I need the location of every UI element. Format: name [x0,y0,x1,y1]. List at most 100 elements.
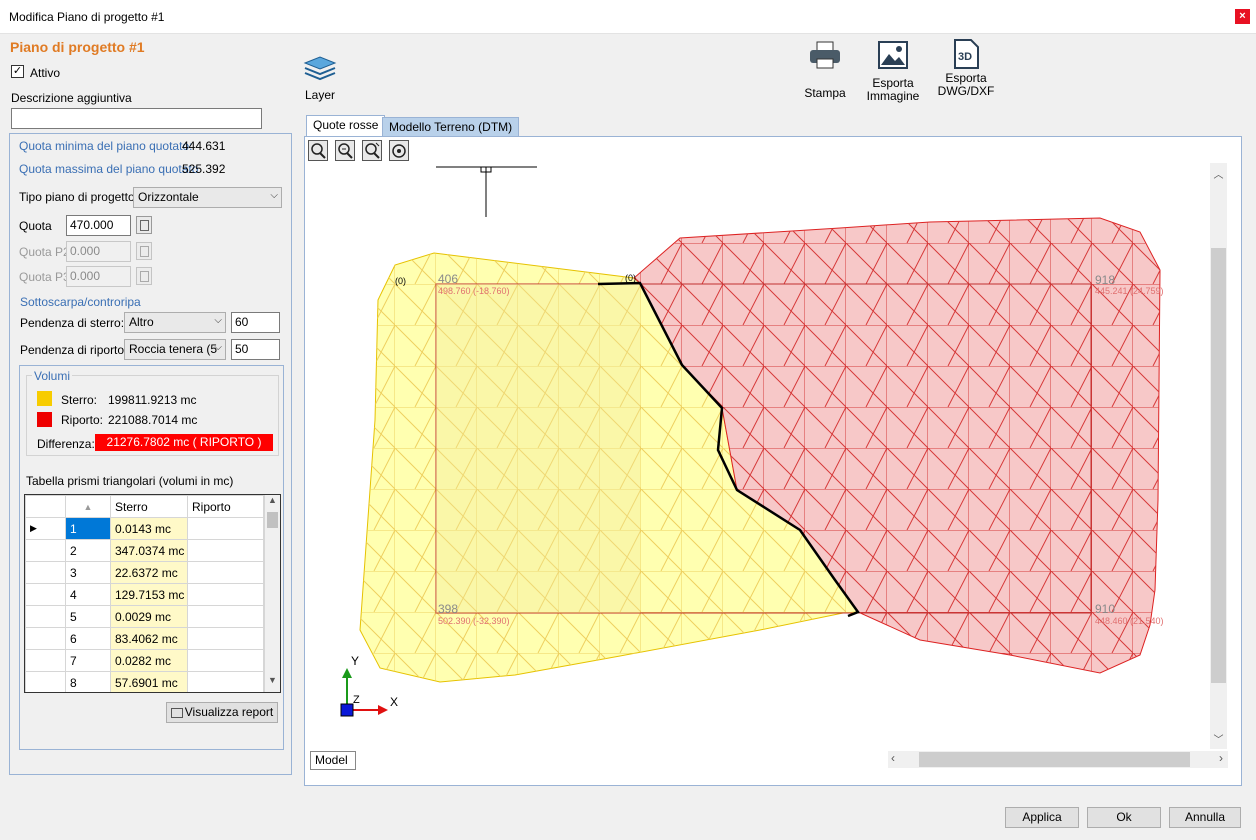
prisms-table[interactable]: ▲ Sterro Riporto ▶ 1 0.0143 mc 2 347.037… [24,494,281,693]
column-header-riporto[interactable]: Riporto [187,495,264,518]
table-row[interactable]: 4 129.7153 mc [25,583,264,606]
scroll-up-icon[interactable]: ︿ [1210,166,1227,181]
zoom-window-icon[interactable] [308,140,328,161]
print-button[interactable]: Stampa [800,40,850,100]
table-row[interactable]: ▶ 1 0.0143 mc [25,517,264,540]
scroll-down-icon[interactable]: ﹀ [1210,731,1227,746]
row-selector [25,539,66,562]
row-id: 8 [65,671,111,692]
title-bar: Modifica Piano di progetto #1 × [0,0,1256,34]
view-report-label: Visualizza report [184,705,274,719]
table-row[interactable]: 7 0.0282 mc [25,649,264,672]
sterro-slope-label: Pendenza di sterro: [20,316,125,330]
image-icon [878,41,908,69]
zoom-previous-icon[interactable] [362,140,382,161]
row-sterro: 347.0374 mc [110,539,188,562]
quota-input[interactable]: 470.000 [66,215,131,236]
quota-p2-label: Quota P2 [19,245,70,259]
pick-point-icon[interactable] [136,267,152,285]
pick-point-icon[interactable] [136,216,152,234]
scroll-left-icon[interactable]: ‹ [891,751,895,765]
tipo-select[interactable]: Orizzontale ⌵ [133,187,282,208]
plan-sterro-shade [436,284,640,613]
vscroll-thumb[interactable] [1211,248,1226,683]
ok-button[interactable]: Ok [1087,807,1161,828]
tab-dtm[interactable]: Modello Terreno (DTM) [382,117,520,137]
layer-button[interactable]: Layer [300,55,340,102]
row-header-corner [25,495,66,518]
row-selector [25,649,66,672]
active-label: Attivo [30,66,61,80]
apply-button[interactable]: Applica [1005,807,1079,828]
table-scrollbar[interactable]: ▲ ▼ [264,495,280,692]
table-row[interactable]: 3 22.6372 mc [25,561,264,584]
chevron-down-icon: ⌵ [214,342,222,353]
close-icon[interactable]: × [1235,9,1250,24]
table-row[interactable]: 8 57.6901 mc [25,671,264,692]
axis-z-label: Z [353,694,360,706]
table-row[interactable]: 6 83.4062 mc [25,627,264,650]
table-row[interactable]: 2 347.0374 mc [25,539,264,562]
zoom-extents-icon[interactable] [389,140,409,161]
corner-406-coords: 498.760 (-18.760) [438,286,510,296]
drawing-vscrollbar[interactable]: ︿ ﹀ [1210,163,1227,749]
row-sterro: 129.7153 mc [110,583,188,606]
table-row[interactable]: 5 0.0029 mc [25,605,264,628]
pick-point-icon[interactable] [136,242,152,260]
zoom-in-icon[interactable] [335,140,355,161]
hscroll-thumb[interactable] [919,752,1190,767]
min-quota-value: 444.631 [182,139,226,153]
row-selector [25,627,66,650]
layers-icon [303,56,337,81]
scroll-down-icon[interactable]: ▼ [265,675,280,690]
sterro-slope-select-value: Altro [129,315,154,329]
cancel-button[interactable]: Annulla [1169,807,1241,828]
sterro-volume-label: Sterro: [61,393,98,407]
active-checkbox[interactable]: ✓ [11,65,24,78]
row-riporto [187,539,264,562]
corner-406-id: 406 [438,272,458,286]
file-3d-icon: 3D [951,38,981,70]
volumes-title: Volumi [32,369,73,383]
row-riporto [187,649,264,672]
terrain-drawing[interactable]: (0) (0) 406 498.760 (-18.760) 918 445.24… [305,162,1210,747]
row-selector [25,671,66,692]
row-riporto [187,627,264,650]
corner-398-id: 398 [438,602,458,616]
scroll-right-icon[interactable]: › [1219,751,1223,765]
difference-value: 21276.7802 mc ( RIPORTO ) [95,434,273,451]
sort-arrow-icon[interactable]: ▲ [65,495,111,518]
view-report-button[interactable]: Visualizza report [166,702,278,723]
riporto-volume-label: Riporto: [61,413,104,427]
row-id: 5 [65,605,111,628]
description-input[interactable] [11,108,262,129]
row-sterro: 0.0282 mc [110,649,188,672]
export-image-button[interactable]: Esporta Immagine [866,40,920,103]
column-header-sterro[interactable]: Sterro [110,495,188,518]
sterro-slope-select[interactable]: Altro ⌵ [124,312,226,333]
tab-quote-rosse[interactable]: Quote rosse [306,115,386,138]
row-id: 2 [65,539,111,562]
quota-p2-input[interactable]: 0.000 [66,241,131,262]
row-riporto [187,583,264,606]
row-riporto [187,517,264,540]
sottoscarpa-label: Sottoscarpa/controripa [20,295,141,309]
export-dwg-button[interactable]: 3D Esporta DWG/DXF [936,38,996,98]
export-image-label-2: Immagine [866,89,920,103]
quota-p3-input[interactable]: 0.000 [66,266,131,287]
axis-y-label: Y [351,654,359,668]
difference-label: Differenza: [37,437,95,451]
drawing-hscrollbar[interactable]: ‹ › [888,751,1228,768]
row-sterro: 0.0029 mc [110,605,188,628]
model-tab[interactable]: Model [310,751,356,770]
scroll-up-icon[interactable]: ▲ [265,495,280,510]
riporto-slope-input[interactable]: 50 [231,339,280,360]
tipo-select-value: Orizzontale [138,190,199,204]
max-quota-label: Quota massima del piano quotato [19,162,199,176]
plan-heading: Piano di progetto #1 [10,39,145,55]
sterro-slope-input[interactable]: 60 [231,312,280,333]
riporto-slope-select[interactable]: Roccia tenera (5 ⌵ [124,339,226,360]
tipo-label: Tipo piano di progetto: [19,190,138,204]
scroll-thumb[interactable] [267,512,278,528]
row-id: 1 [65,517,111,540]
